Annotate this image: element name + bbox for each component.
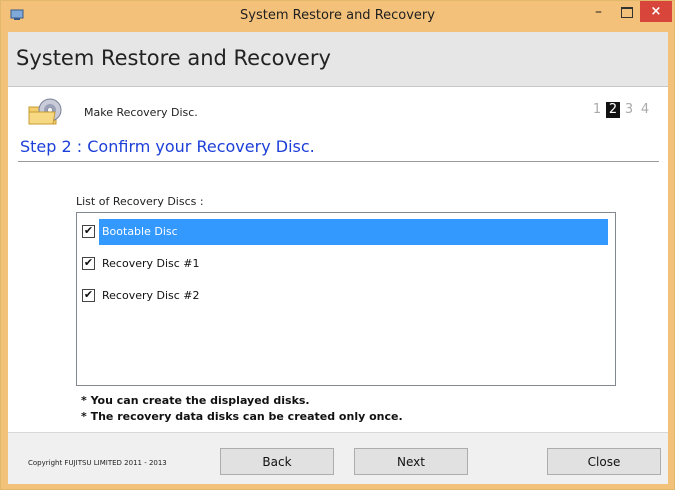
maximize-icon (621, 7, 633, 18)
header-band: System Restore and Recovery (8, 32, 668, 87)
close-window-button[interactable]: × (640, 1, 672, 22)
step-title: Step 2 : Confirm your Recovery Disc. (20, 137, 315, 156)
step-indicator: 1234 (588, 102, 652, 118)
maximize-button[interactable] (614, 3, 639, 23)
client-area: System Restore and Recovery Make Recover… (8, 32, 668, 484)
checkbox[interactable]: ✔ (82, 225, 95, 238)
divider (18, 161, 659, 162)
step-3: 3 (624, 102, 634, 117)
step-4: 4 (640, 102, 650, 117)
window-title: System Restore and Recovery (240, 8, 435, 23)
list-item-label: Recovery Disc #1 (102, 257, 200, 270)
disc-folder-icon (28, 98, 62, 125)
list-item[interactable]: ✔ Recovery Disc #2 (81, 283, 603, 309)
close-button[interactable]: Close (547, 448, 661, 475)
copyright: Copyright FUJITSU LIMITED 2011 - 2013 (28, 459, 167, 467)
page-title: System Restore and Recovery (16, 46, 331, 70)
note-displayed-disks: * You can create the displayed disks. (81, 394, 310, 407)
content-panel: Make Recovery Disc. 1234 Step 2 : Confir… (8, 87, 668, 432)
step-2: 2 (606, 102, 620, 118)
checkbox[interactable]: ✔ (82, 257, 95, 270)
back-button[interactable]: Back (220, 448, 334, 475)
title-bar[interactable]: System Restore and Recovery – × (1, 1, 674, 32)
list-item-label: Recovery Disc #2 (102, 289, 200, 302)
list-item[interactable]: ✔ Recovery Disc #1 (81, 251, 603, 277)
list-item-label: Bootable Disc (99, 219, 608, 245)
step-1: 1 (592, 102, 602, 117)
note-create-once: * The recovery data disks can be created… (81, 410, 403, 423)
list-item[interactable]: ✔ Bootable Disc (81, 219, 608, 245)
checkbox[interactable]: ✔ (82, 289, 95, 302)
section-label: Make Recovery Disc. (84, 106, 198, 119)
footer-bar: Copyright FUJITSU LIMITED 2011 - 2013 Ba… (8, 432, 668, 484)
minimize-button[interactable]: – (586, 3, 611, 23)
app-window: System Restore and Recovery – × System R… (0, 0, 675, 490)
next-button[interactable]: Next (354, 448, 468, 475)
list-label: List of Recovery Discs : (76, 195, 204, 208)
recovery-disc-list[interactable]: ✔ Bootable Disc ✔ Recovery Disc #1 ✔ Rec… (76, 212, 616, 386)
